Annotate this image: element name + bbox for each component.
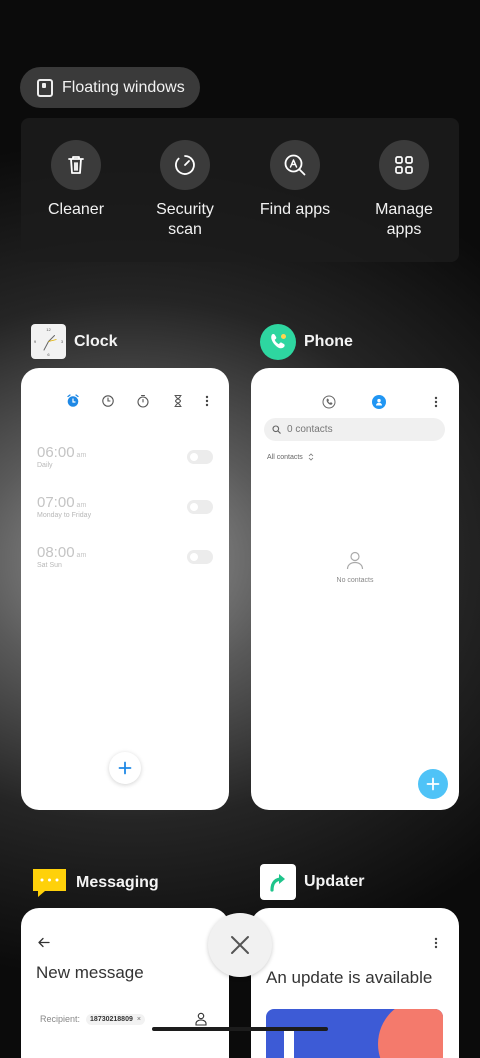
alarm-repeat: Sat Sun [37, 562, 62, 569]
update-available-title: An update is available [266, 968, 433, 987]
contacts-filter-label: All contacts [267, 453, 303, 461]
messaging-app-name: Messaging [76, 873, 159, 891]
phone-app-icon [260, 324, 296, 360]
floating-windows-button[interactable]: Floating windows [20, 67, 200, 108]
floating-windows-label: Floating windows [62, 78, 185, 96]
manage-apps-label: Manage apps [375, 201, 433, 238]
alarm-time: 06:00 am [37, 444, 87, 461]
find-apps-icon [270, 140, 320, 190]
svg-text:12: 12 [46, 327, 51, 332]
alarm-toggle[interactable] [187, 450, 213, 464]
clear-all-button[interactable] [208, 913, 272, 977]
alarm-item[interactable]: 06:00 am Daily [37, 444, 86, 469]
search-placeholder: 0 contacts [287, 424, 333, 435]
recipient-number: 18730218809 [90, 1015, 133, 1023]
contacts-search-bar[interactable]: 0 contacts [264, 418, 445, 441]
updater-app-icon [260, 864, 296, 900]
alarm-time: 07:00 am [37, 494, 87, 511]
contact-picker-icon[interactable] [195, 1012, 207, 1026]
alarm-item[interactable]: 08:00 am Sat Sun [37, 544, 86, 569]
recipient-label: Recipient: [40, 1014, 81, 1024]
world-clock-tab-icon[interactable] [101, 394, 115, 408]
alarm-toggle[interactable] [187, 550, 213, 564]
plus-icon [118, 761, 132, 775]
updater-app-name: Updater [304, 873, 365, 890]
stopwatch-tab-icon[interactable] [136, 394, 150, 408]
manage-apps-button[interactable]: Manage apps [349, 140, 459, 240]
timer-tab-icon[interactable] [171, 394, 185, 408]
more-options-icon[interactable] [430, 395, 442, 409]
clock-app-icon: 12 3 6 9 [31, 324, 66, 359]
empty-contacts-icon [346, 551, 364, 570]
svg-text:3: 3 [61, 339, 64, 344]
messaging-app-card[interactable]: New message Recipient: 18730218809 × [21, 908, 229, 1058]
security-scan-icon [160, 140, 210, 190]
phone-tab-icon[interactable] [322, 395, 336, 409]
alarm-time: 08:00 am [37, 544, 87, 561]
contacts-filter[interactable]: All contacts [267, 453, 314, 461]
phone-app-title[interactable]: Phone [260, 324, 353, 360]
grid-icon [379, 140, 429, 190]
plus-icon [426, 777, 440, 791]
clock-app-name: Clock [74, 332, 118, 350]
security-scan-button[interactable]: Security scan [130, 140, 240, 240]
alarm-repeat: Monday to Friday [37, 512, 92, 519]
more-options-icon[interactable] [430, 936, 442, 950]
messaging-app-icon [31, 866, 68, 899]
alarm-tab-icon[interactable] [66, 394, 80, 408]
messaging-app-title[interactable]: Messaging [31, 866, 159, 899]
sort-arrows-icon [308, 453, 314, 461]
back-arrow-icon[interactable] [37, 937, 50, 948]
contacts-tab-icon[interactable] [372, 395, 386, 409]
svg-text:6: 6 [47, 352, 50, 357]
add-alarm-button[interactable] [109, 752, 141, 784]
trash-icon [51, 140, 101, 190]
updater-app-title[interactable]: Updater [260, 864, 364, 900]
add-contact-button[interactable] [418, 769, 448, 799]
alarm-item[interactable]: 07:00 am Monday to Friday [37, 494, 91, 519]
security-scan-label: Security scan [156, 201, 214, 238]
recipient-row[interactable]: Recipient: 18730218809 × [40, 1012, 210, 1026]
floating-window-icon [37, 78, 53, 97]
alarm-toggle[interactable] [187, 500, 213, 514]
close-icon [231, 936, 249, 954]
quick-actions-panel: Cleaner Security scan Find apps Manage app… [21, 118, 459, 262]
alarm-repeat: Daily [37, 462, 53, 469]
phone-app-name: Phone [304, 333, 353, 350]
update-banner-image [266, 1009, 443, 1058]
navigation-gesture-bar[interactable] [152, 1027, 328, 1031]
recipient-chip[interactable]: 18730218809 × [86, 1013, 145, 1025]
empty-contacts-label: No contacts [336, 577, 374, 584]
more-options-icon[interactable] [201, 394, 213, 408]
remove-recipient-button[interactable]: × [137, 1016, 141, 1023]
clock-app-title[interactable]: 12 3 6 9 Clock [31, 324, 118, 359]
find-apps-button[interactable]: Find apps [240, 140, 350, 220]
svg-text:9: 9 [34, 339, 37, 344]
new-message-title: New message [36, 963, 144, 982]
updater-app-card[interactable]: An update is available [251, 908, 459, 1058]
find-apps-label: Find apps [259, 201, 331, 218]
cleaner-label: Cleaner [47, 201, 105, 218]
phone-app-card[interactable]: 0 contacts All contacts No contacts [251, 368, 459, 810]
search-icon [272, 425, 281, 434]
clock-app-card[interactable]: 06:00 am Daily 07:00 am Monday to Friday 0… [21, 368, 229, 810]
clock-tabs [21, 394, 229, 410]
cleaner-button[interactable]: Cleaner [21, 140, 131, 220]
